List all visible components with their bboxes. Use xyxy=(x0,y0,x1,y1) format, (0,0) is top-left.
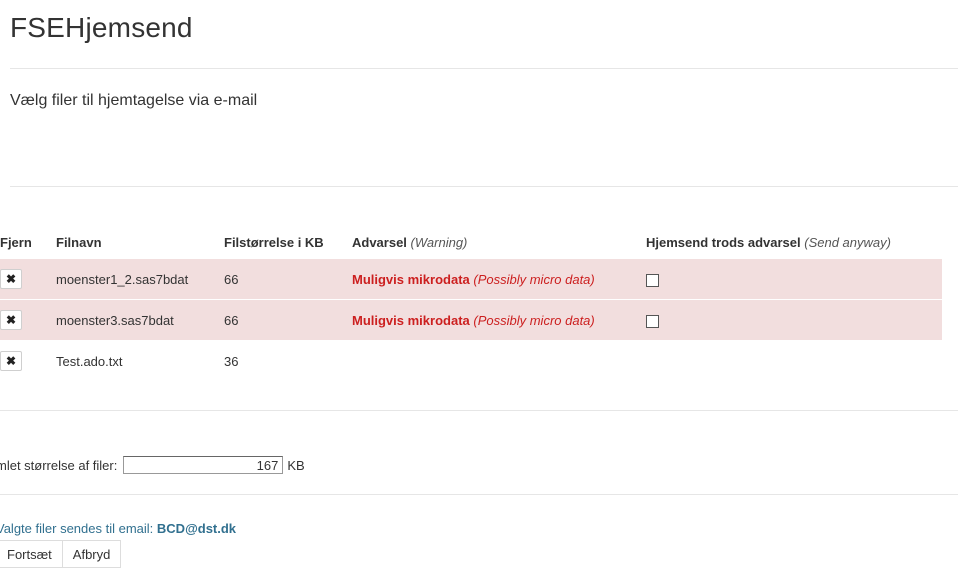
total-size-field: 167 xyxy=(123,456,284,474)
table-row: ✖ Test.ado.txt 36 xyxy=(0,340,942,381)
divider xyxy=(0,410,958,411)
file-table: Fjern Filnavn Filstørrelse i KB Advarsel… xyxy=(0,226,942,381)
warning-cell: Muligvis mikrodata (Possibly micro data) xyxy=(348,258,642,300)
file-name: Test.ado.txt xyxy=(52,340,220,381)
total-size-unit: KB xyxy=(287,457,305,473)
email-notice-text: Valgte filer sendes til email: xyxy=(0,521,154,536)
file-name: moenster3.sas7bdat xyxy=(52,299,220,341)
column-header-filename: Filnavn xyxy=(56,234,102,250)
warning-text: Muligvis mikrodata xyxy=(352,271,470,287)
close-icon[interactable]: ✖ xyxy=(0,269,22,289)
file-size: 36 xyxy=(220,340,348,381)
table-row: ✖ moenster1_2.sas7bdat 66 Muligvis mikro… xyxy=(0,258,942,300)
close-icon[interactable]: ✖ xyxy=(0,310,22,330)
warning-text-en: (Possibly micro data) xyxy=(473,312,595,328)
send-anyway-checkbox[interactable] xyxy=(646,273,659,287)
column-header-warning: Advarsel (Warning) xyxy=(352,234,468,250)
page-subtitle: Vælg filer til hjemtagelse via e-mail xyxy=(10,92,258,109)
divider xyxy=(10,68,958,69)
warning-text-en: (Possibly micro data) xyxy=(473,271,595,287)
table-header-row: Fjern Filnavn Filstørrelse i KB Advarsel… xyxy=(0,226,942,259)
divider xyxy=(10,186,958,187)
warning-text: Muligvis mikrodata xyxy=(352,312,470,328)
cancel-button[interactable]: Afbryd xyxy=(61,540,122,568)
total-size-row: mlet størrelse af filer: 167 KB xyxy=(0,456,305,474)
continue-button[interactable]: Fortsæt xyxy=(0,540,63,568)
action-buttons: Fortsæt Afbryd xyxy=(0,540,122,568)
warning-cell xyxy=(348,340,642,381)
send-anyway-checkbox[interactable] xyxy=(646,314,659,328)
file-size: 66 xyxy=(220,258,348,300)
table-row: ✖ moenster3.sas7bdat 66 Muligvis mikroda… xyxy=(0,299,942,341)
warning-cell: Muligvis mikrodata (Possibly micro data) xyxy=(348,299,642,341)
divider xyxy=(0,494,958,495)
file-size: 66 xyxy=(220,299,348,341)
column-header-size: Filstørrelse i KB xyxy=(224,234,324,250)
column-header-remove: Fjern xyxy=(0,234,32,250)
page-title: FSEHjemsend xyxy=(10,12,193,43)
email-address: BCD@dst.dk xyxy=(156,521,237,536)
total-size-label: mlet størrelse af filer: xyxy=(0,457,118,473)
column-header-send-anyway: Hjemsend trods advarsel (Send anyway) xyxy=(646,234,891,250)
file-name: moenster1_2.sas7bdat xyxy=(52,258,220,300)
email-notice: Valgte filer sendes til email: BCD@dst.d… xyxy=(0,521,236,536)
close-icon[interactable]: ✖ xyxy=(0,351,22,371)
